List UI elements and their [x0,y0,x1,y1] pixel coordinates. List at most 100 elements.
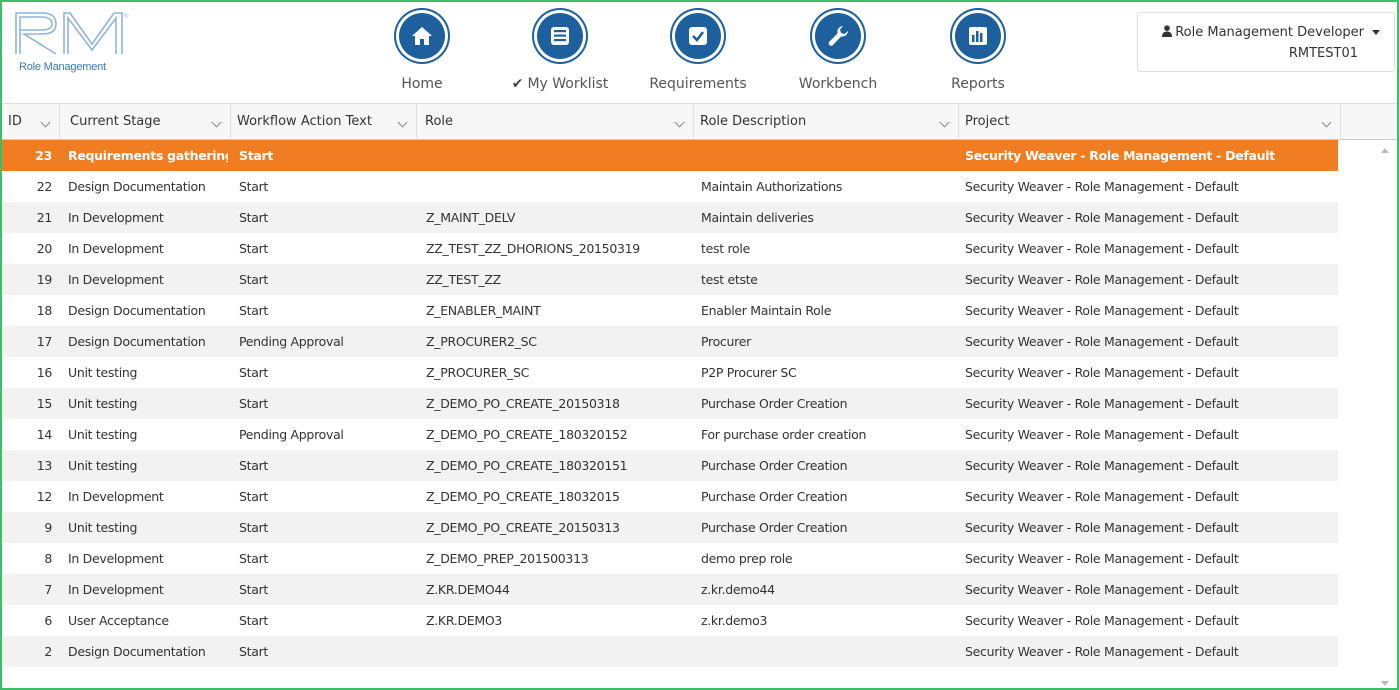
cell-workflow-action: Start [239,272,269,287]
nav-reports-label: Reports [951,76,1005,92]
table-row[interactable]: 13 Unit testing Start Z_DEMO_PO_CREATE_1803… [2,450,1338,481]
cell-role: Z_DEMO_PREP_201500313 [426,551,589,566]
cell-role-description: Purchase Order Creation [701,458,848,473]
cell-id: 13 [36,458,52,473]
nav-reports[interactable]: Reports [918,10,1038,92]
cell-workflow-action: Start [239,458,269,473]
cell-role-description [701,140,956,171]
rm-logo-mark: ® [15,12,129,55]
table-row[interactable]: 9 Unit testing Start Z_DEMO_PO_CREATE_20150… [2,512,1338,543]
table-row[interactable]: 21 In Development Start Z_MAINT_DELV Maintai… [2,202,1338,233]
cell-workflow-action: Start [239,241,269,256]
column-header-current-stage[interactable]: Current Stage [60,104,231,140]
cell-project: Security Weaver - Role Management - Defa… [965,179,1239,194]
table-row[interactable]: 17 Design Documentation Pending Approval Z_… [2,326,1338,357]
table-row[interactable]: 22 Design Documentation Start Maintain Auth… [2,171,1338,202]
cell-project: Security Weaver - Role Management - Defa… [965,303,1239,318]
cell-role-description: Maintain deliveries [701,210,814,225]
worklist-grid: ID Current Stage Workflow Action Text Ro… [2,103,1397,688]
cell-workflow-action: Start [239,396,269,411]
cell-workflow-action: Start [239,210,269,225]
chevron-down-icon [1372,30,1380,35]
vertical-scrollbar[interactable] [1372,140,1397,688]
cell-role-description: Procurer [701,334,751,349]
cell-role-description: Enabler Maintain Role [701,303,832,318]
cell-current-stage: Unit testing [68,520,138,535]
cell-role: Z_PROCURER2_SC [426,334,537,349]
table-row[interactable]: 8 In Development Start Z_DEMO_PREP_20150031… [2,543,1338,574]
table-row-selected[interactable]: 23 Requirements gathering Start Security We… [2,140,1338,171]
cell-id: 9 [44,520,52,535]
table-row[interactable]: 6 User Acceptance Start Z.KR.DEMO3 z.kr.demo… [2,605,1338,636]
cell-role: Z_DEMO_PO_CREATE_180320151 [426,458,628,473]
cell-role: Z_DEMO_PO_CREATE_20150313 [426,520,620,535]
cell-role-description: Purchase Order Creation [701,520,848,535]
nav-workbench-label: Workbench [798,76,878,92]
cell-id: 18 [36,303,52,318]
cell-current-stage: Unit testing [68,396,138,411]
cell-role-description: For purchase order creation [701,427,867,442]
cell-current-stage: Requirements gathering [68,148,228,163]
table-row[interactable]: 15 Unit testing Start Z_DEMO_PO_CREATE_2015… [2,388,1338,419]
cell-id: 8 [44,551,52,566]
nav-workbench[interactable]: Workbench [778,10,898,92]
table-row[interactable]: 16 Unit testing Start Z_PROCURER_SC P2P Proc… [2,357,1338,388]
cell-id: 14 [36,427,52,442]
nav-my-worklist[interactable]: ✔ My Worklist [500,10,620,92]
cell-project: Security Weaver - Role Management - Defa… [965,613,1239,628]
chevron-down-icon [939,117,950,128]
scroll-up-icon[interactable] [1381,148,1389,153]
cell-project: Security Weaver - Role Management - Defa… [965,551,1239,566]
cell-project: Security Weaver - Role Management - Defa… [965,458,1239,473]
user-menu[interactable]: Role Management Developer RMTEST01 [1137,12,1395,72]
column-header-workflow-action[interactable]: Workflow Action Text [231,104,417,140]
chevron-down-icon [397,117,408,128]
cell-workflow-action: Start [239,613,269,628]
cell-workflow-action: Start [239,365,269,380]
table-row[interactable]: 7 In Development Start Z.KR.DEMO44 z.kr.demo… [2,574,1338,605]
nav-home[interactable]: Home [362,10,482,92]
cell-workflow-action: Start [239,582,269,597]
cell-current-stage: In Development [68,582,164,597]
cell-current-stage: In Development [68,551,164,566]
grid-body: 23 Requirements gathering Start Security We… [2,140,1397,688]
user-name: Role Management Developer [1175,25,1364,40]
svg-text:®: ® [124,13,129,20]
cell-id: 7 [44,582,52,597]
nav-my-worklist-label: ✔ My Worklist [511,76,609,92]
cell-role-description: Maintain Authorizations [701,179,843,194]
cell-role-description: test etste [701,272,758,287]
cell-project: Security Weaver - Role Management - Defa… [965,520,1239,535]
table-row[interactable]: 18 Design Documentation Start Z_ENABLER_MAI… [2,295,1338,326]
cell-project: Security Weaver - Role Management - Defa… [965,365,1239,380]
column-header-id[interactable]: ID [2,104,60,140]
table-row[interactable]: 12 In Development Start Z_DEMO_PO_CREATE_18… [2,481,1338,512]
nav-requirements[interactable]: Requirements [638,10,758,92]
cell-current-stage: In Development [68,489,164,504]
column-header-role[interactable]: Role [417,104,694,140]
user-id: RMTEST01 [1288,46,1358,61]
cell-id: 22 [36,179,52,194]
wrench-icon [812,10,864,62]
cell-role: ZZ_TEST_ZZ [426,272,501,287]
table-row[interactable]: 19 In Development Start ZZ_TEST_ZZ test etst… [2,264,1338,295]
logo[interactable]: ® Role Management [12,10,142,80]
nav-requirements-label: Requirements [649,76,747,92]
table-row[interactable]: 2 Design Documentation Start Security Weave… [2,636,1338,667]
chevron-down-icon [674,117,685,128]
cell-current-stage: In Development [68,241,164,256]
table-row[interactable]: 20 In Development Start ZZ_TEST_ZZ_DHORIONS… [2,233,1338,264]
checkbox-icon [672,10,724,62]
cell-role: Z.KR.DEMO3 [426,613,503,628]
app-frame: ® Role Management Home ✔ My Worklist Req… [0,0,1399,690]
cell-role: Z_DEMO_PO_CREATE_20150318 [426,396,620,411]
cell-role: Z_MAINT_DELV [426,210,516,225]
cell-workflow-action: Start [239,520,269,535]
scroll-down-icon[interactable] [1381,681,1389,686]
cell-role: Z.KR.DEMO44 [426,582,510,597]
cell-project: Security Weaver - Role Management - Defa… [965,210,1239,225]
column-header-role-description[interactable]: Role Description [694,104,959,140]
column-header-project[interactable]: Project [959,104,1341,140]
table-row[interactable]: 14 Unit testing Pending Approval Z_DEMO_PO_… [2,419,1338,450]
logo-subtitle: Role Management [19,61,106,73]
